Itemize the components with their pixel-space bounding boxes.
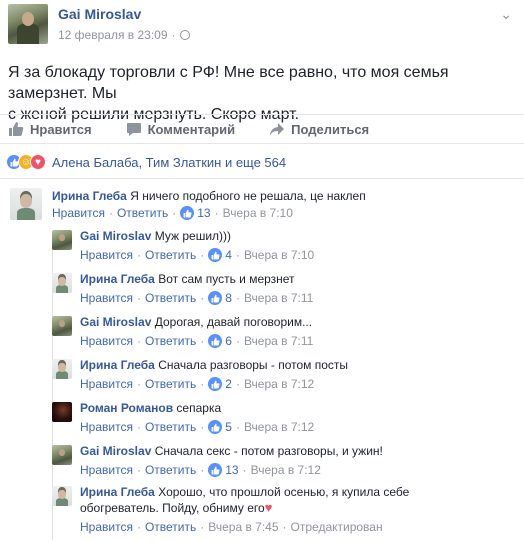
comment-text: Дорогая, давай поговорим... <box>154 315 313 329</box>
comment-author[interactable]: Gai Miroslav <box>80 229 151 243</box>
divider <box>0 178 524 179</box>
comment-like-count[interactable]: 13 <box>225 463 238 477</box>
avatar[interactable] <box>52 359 72 379</box>
comment-author[interactable]: Gai Miroslav <box>80 315 151 329</box>
thumbs-up-icon <box>208 420 223 434</box>
comment-time[interactable]: Вчера в 7:12 <box>244 377 314 391</box>
comment-time[interactable]: Вчера в 7:11 <box>244 334 313 348</box>
comment-text: Муж решил))) <box>154 229 232 243</box>
comment-reply-link[interactable]: Ответить <box>145 334 196 348</box>
comment-author[interactable]: Ирина Глеба <box>80 485 155 499</box>
thumbs-up-icon <box>180 206 195 220</box>
comment-time[interactable]: Вчера в 7:10 <box>244 248 314 262</box>
comment-text: Хорошо, что прошлой осенью, я купила себ… <box>158 485 410 499</box>
comment-reply-link[interactable]: Ответить <box>145 291 196 305</box>
comment-time[interactable]: Вчера в 7:11 <box>244 291 313 305</box>
thumbs-up-icon <box>208 463 223 477</box>
chevron-down-icon[interactable]: ⌄ <box>500 6 512 23</box>
comment-like-link[interactable]: Нравится <box>80 420 133 434</box>
thumbs-up-icon <box>208 291 223 305</box>
thumbs-up-icon <box>208 248 223 262</box>
reaction-names[interactable]: Алена Балаба, Тим Златкин и еще 564 <box>52 155 286 170</box>
avatar[interactable] <box>52 486 72 506</box>
avatar[interactable] <box>52 230 72 250</box>
comment-like-link[interactable]: Нравится <box>80 334 133 348</box>
comment-like-count[interactable]: 2 <box>225 377 232 391</box>
author-avatar[interactable] <box>8 4 48 44</box>
comment-author[interactable]: Ирина Глеба <box>80 272 155 286</box>
comment-time[interactable]: Вчера в 7:45 <box>208 520 278 534</box>
avatar[interactable] <box>52 445 72 465</box>
comment-like-link[interactable]: Нравится <box>80 520 133 534</box>
comment-author[interactable]: Ирина Глеба <box>52 189 127 203</box>
reactions-summary[interactable]: ☺ ♥ Алена Балаба, Тим Златкин и еще 564 <box>6 154 286 170</box>
comment: Ирина Глеба Я ничего подобного не решала… <box>10 186 520 226</box>
comment-like-count[interactable]: 5 <box>225 420 232 434</box>
comment-like-link[interactable]: Нравится <box>80 291 133 305</box>
comment-text: обогреватель. Пойду, обниму его <box>80 501 265 515</box>
comment-text: Вот сам пусть и мерзнет <box>158 272 295 286</box>
reply: Ирина Глеба Хорошо, что прошлой осенью, … <box>52 484 520 540</box>
comment-text: сепарка <box>176 401 222 415</box>
post-header: Gai Miroslav 12 февраля в 23:09 · ⌄ <box>8 4 516 48</box>
comment-text: Сначала секс - потом разговоры, и ужин! <box>154 444 383 458</box>
thumbs-up-icon <box>208 377 223 391</box>
comment-icon <box>126 123 141 136</box>
love-reaction-icon: ♥ <box>30 154 46 170</box>
reply: Gai Miroslav Муж решил))) Нравится · Отве… <box>52 228 520 268</box>
avatar[interactable] <box>52 316 72 336</box>
avatar[interactable] <box>52 273 72 293</box>
comment-label: Комментарий <box>147 121 236 137</box>
like-label: Нравится <box>30 121 92 137</box>
thumbs-up-icon <box>9 122 24 136</box>
comment-like-count[interactable]: 8 <box>225 291 232 305</box>
comment-like-count[interactable]: 6 <box>225 334 232 348</box>
edited-label[interactable]: Отредактирован <box>291 520 383 534</box>
comment-time[interactable]: Вчера в 7:12 <box>251 463 321 477</box>
comment-reply-link[interactable]: Ответить <box>145 420 196 434</box>
reply: Gai Miroslav Дорогая, давай поговорим...… <box>52 314 520 354</box>
comment-reply-link[interactable]: Ответить <box>145 463 196 477</box>
comment-like-link[interactable]: Нравится <box>80 377 133 391</box>
reply: Ирина Глеба Сначала разговоры - потом по… <box>52 357 520 397</box>
comment-button[interactable]: Комментарий <box>126 121 236 137</box>
post-timestamp[interactable]: 12 февраля в 23:09 <box>58 28 168 42</box>
comment-time[interactable]: Вчера в 7:12 <box>244 420 314 434</box>
comment-reply-link[interactable]: Ответить <box>117 206 168 220</box>
post-actions-bar: Нравится Комментарий Поделиться <box>0 114 524 144</box>
globe-icon <box>179 30 190 40</box>
avatar[interactable] <box>10 188 42 220</box>
comment-like-link[interactable]: Нравится <box>52 206 105 220</box>
comment-like-count[interactable]: 4 <box>225 248 232 262</box>
reply: Роман Романов сепарка Нравится · Ответить… <box>52 400 520 440</box>
comment-text: Сначала разговоры - потом посты <box>158 358 349 372</box>
comment-like-count[interactable]: 13 <box>197 206 210 220</box>
like-button[interactable]: Нравится <box>8 121 92 137</box>
share-label: Поделиться <box>291 121 370 137</box>
reply: Ирина Глеба Вот сам пусть и мерзнет Нрав… <box>52 271 520 311</box>
comment-author[interactable]: Gai Miroslav <box>80 444 151 458</box>
comment-reply-link[interactable]: Ответить <box>145 248 196 262</box>
post-text-line: Я за блокаду торговли с РФ! Мне все равн… <box>8 64 449 102</box>
comment-like-link[interactable]: Нравится <box>80 463 133 477</box>
comment-time[interactable]: Вчера в 7:10 <box>223 206 293 220</box>
share-button[interactable]: Поделиться <box>269 121 369 137</box>
reply: Gai Miroslav Сначала секс - потом разгов… <box>52 443 520 483</box>
share-icon <box>270 123 285 136</box>
comment-text: Я ничего подобного не решала, це наклеп <box>130 189 366 203</box>
comment-like-link[interactable]: Нравится <box>80 248 133 262</box>
thumbs-up-icon <box>208 334 223 348</box>
comment-author[interactable]: Ирина Глеба <box>80 358 155 372</box>
heart-icon: ♥ <box>264 500 273 515</box>
post-author-name[interactable]: Gai Miroslav <box>58 6 141 22</box>
comment-author[interactable]: Роман Романов <box>80 401 173 415</box>
comment-reply-link[interactable]: Ответить <box>145 520 196 534</box>
post-meta: 12 февраля в 23:09 · <box>58 28 190 42</box>
avatar[interactable] <box>52 402 72 422</box>
comment-reply-link[interactable]: Ответить <box>145 377 196 391</box>
